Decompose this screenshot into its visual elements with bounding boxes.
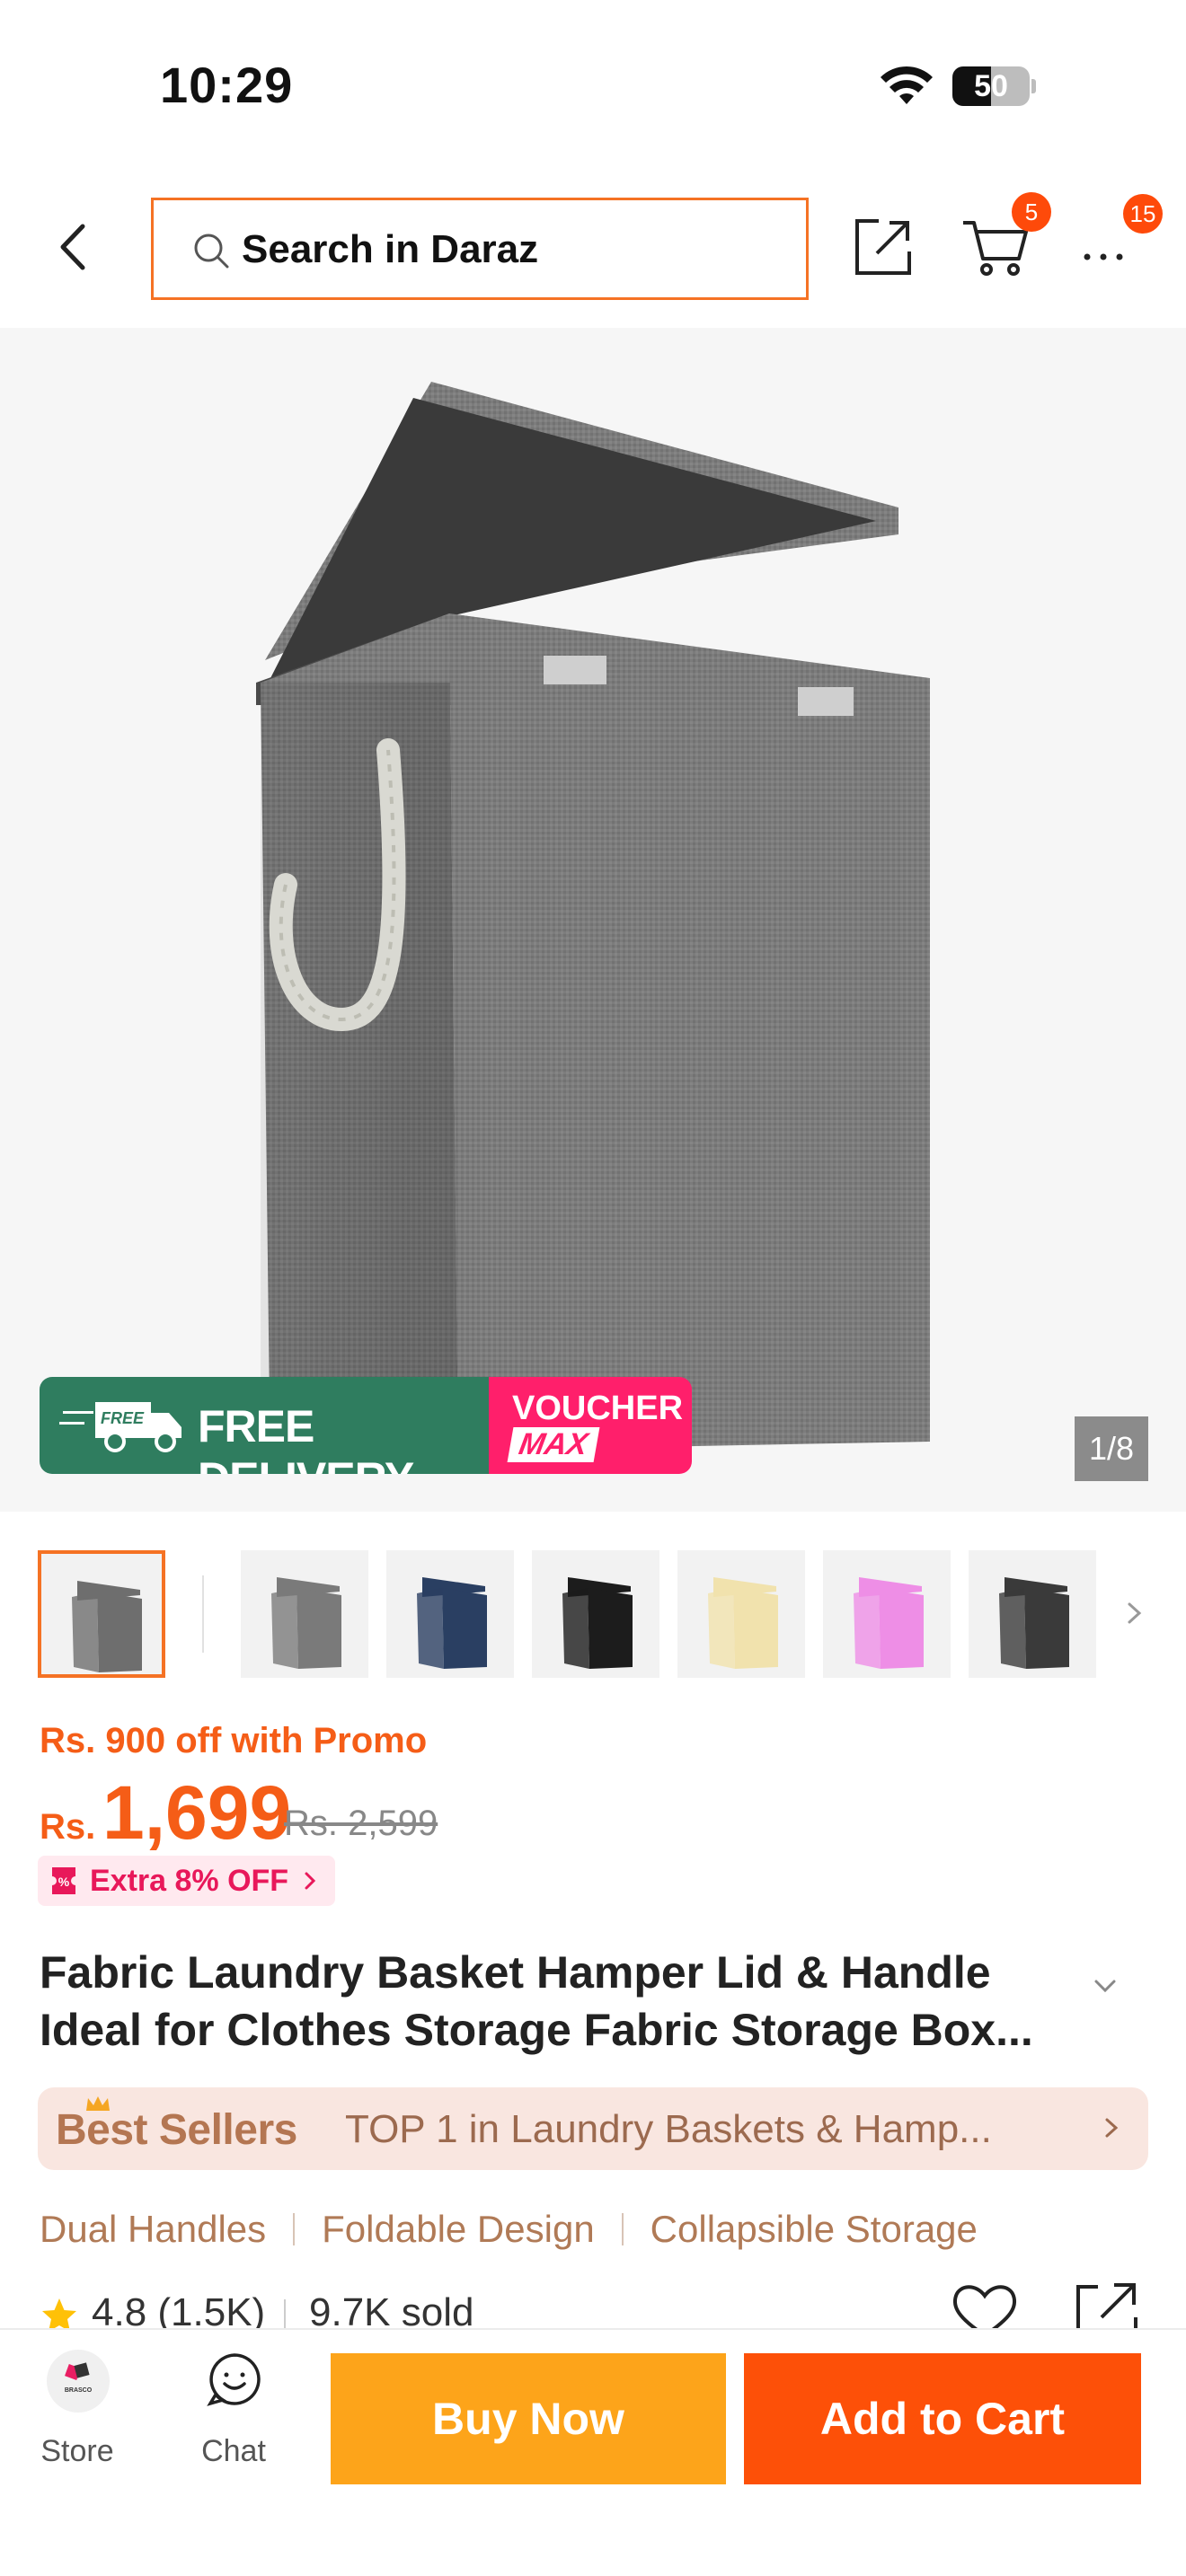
cart-badge: 5 <box>1012 192 1051 232</box>
extra-off-badge[interactable]: % Extra 8% OFF <box>38 1856 336 1906</box>
promo-banner: FREE FREE DELIVERY VOUCHER MAX <box>40 1377 692 1474</box>
chat-button[interactable]: Chat <box>183 2350 284 2475</box>
store-label: Store <box>40 2434 114 2468</box>
voucher-label: VOUCHER <box>512 1389 684 1427</box>
voucher-max-tag: VOUCHER MAX <box>489 1377 692 1474</box>
free-delivery-tag: FREE FREE DELIVERY <box>40 1377 489 1474</box>
chevron-right-icon <box>1105 2118 1119 2138</box>
product-image-carousel[interactable]: FREE FREE DELIVERY VOUCHER MAX 1/8 <box>0 328 1186 1512</box>
product-image <box>256 382 930 1451</box>
current-price: 1,699 <box>102 1770 292 1855</box>
store-logo: BRASCO <box>47 2350 110 2413</box>
battery-level: 50 <box>974 69 1008 103</box>
product-title: Fabric Laundry Basket Hamper Lid & Handl… <box>40 1947 1033 2055</box>
back-arrow-icon[interactable] <box>47 216 101 278</box>
store-button[interactable]: BRASCO Store <box>27 2350 128 2475</box>
promo-discount-text: Rs. 900 off with Promo <box>40 1721 428 1760</box>
thumbnail-divider <box>202 1575 204 1653</box>
cart-button[interactable]: 5 <box>961 192 1051 278</box>
battery-icon: 50 <box>952 66 1036 106</box>
thumbnail[interactable] <box>532 1550 659 1678</box>
status-bar: 10:29 50 <box>0 0 1186 171</box>
more-badge: 15 <box>1123 194 1163 234</box>
top-nav: Search in Daraz 5 15 <box>0 171 1186 328</box>
search-icon <box>194 234 229 269</box>
coupon-icon: % <box>52 1867 75 1894</box>
wifi-icon <box>881 66 933 104</box>
store-logo-text: BRASCO <box>64 2387 93 2394</box>
chevron-right-icon[interactable] <box>1121 1593 1148 1633</box>
chat-label: Chat <box>201 2434 266 2468</box>
feature-divider <box>293 2213 296 2245</box>
status-time: 10:29 <box>160 57 294 113</box>
thumbnail[interactable] <box>969 1550 1096 1678</box>
svg-text:%: % <box>58 1875 70 1889</box>
best-sellers-rank: TOP 1 in Laundry Baskets & Hamp... <box>345 2107 992 2151</box>
chevron-right-icon <box>305 1872 316 1890</box>
image-counter: 1/8 <box>1075 1416 1148 1481</box>
feature-tag: Collapsible Storage <box>650 2208 978 2250</box>
best-sellers-label: Best Sellers <box>56 2106 297 2154</box>
free-delivery-label: FREE DELIVERY <box>198 1401 414 1474</box>
feature-tag: Foldable Design <box>322 2208 595 2250</box>
price-currency: Rs. <box>40 1807 96 1847</box>
thumbnail[interactable] <box>241 1550 368 1678</box>
chevron-down-icon[interactable] <box>1089 1974 1121 1998</box>
thumbnail[interactable] <box>677 1550 805 1678</box>
thumbnail[interactable] <box>386 1550 514 1678</box>
store-logo-icon <box>65 2362 90 2380</box>
thumbnail-strip <box>0 1550 1186 1681</box>
extra-off-label: Extra 8% OFF <box>90 1863 289 1898</box>
more-menu-button[interactable]: 15 <box>1078 194 1163 269</box>
feature-tag: Dual Handles <box>40 2208 267 2250</box>
free-tag-text: FREE <box>101 1409 145 1427</box>
more-icon <box>1084 253 1123 260</box>
feature-tags: Dual Handles Foldable Design Collapsible… <box>40 2204 978 2254</box>
original-price: Rs. 2,599 <box>284 1804 438 1843</box>
truck-icon: FREE <box>59 1402 181 1452</box>
search-input[interactable]: Search in Daraz <box>151 198 809 300</box>
voucher-max-label: MAX <box>507 1427 600 1462</box>
share-icon[interactable] <box>852 216 915 278</box>
add-to-cart-button[interactable]: Add to Cart <box>744 2353 1141 2484</box>
thumbnail[interactable] <box>823 1550 951 1678</box>
crown-icon <box>86 2096 110 2111</box>
best-sellers-bar[interactable]: Best Sellers TOP 1 in Laundry Baskets & … <box>38 2087 1148 2170</box>
thumbnail[interactable] <box>38 1550 165 1678</box>
buy-now-button[interactable]: Buy Now <box>331 2353 726 2484</box>
search-placeholder: Search in Daraz <box>242 227 539 271</box>
bottom-action-bar: BRASCO Store Chat Buy Now Add to Cart <box>0 2328 1186 2576</box>
feature-divider <box>621 2213 624 2245</box>
chat-icon <box>207 2353 261 2406</box>
